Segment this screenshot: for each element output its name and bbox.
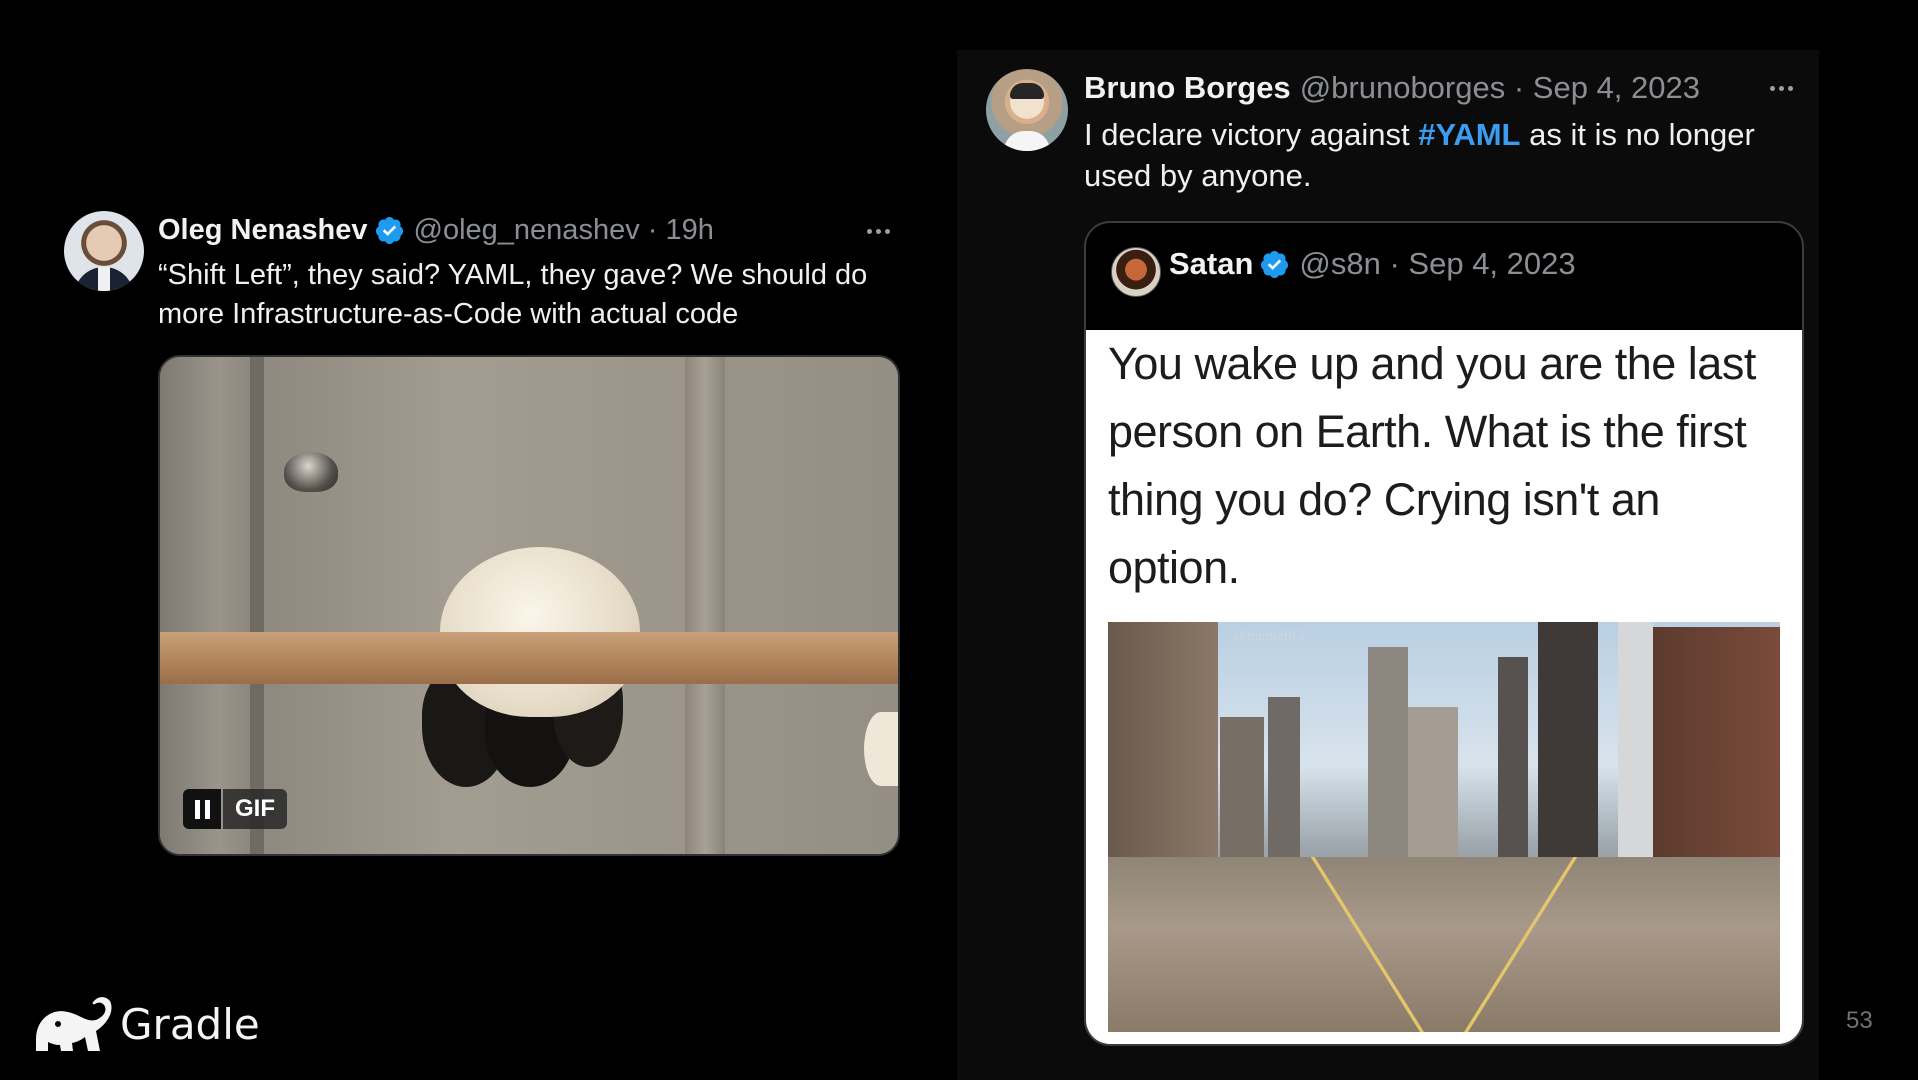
slide-page-number: 53 <box>1846 1007 1873 1034</box>
tweet-text: “Shift Left”, they said? YAML, they gave… <box>158 259 868 330</box>
quote-header: Satan @s8n · Sep 4, 2023 <box>1169 246 1576 282</box>
quoted-tweet[interactable]: Satan @s8n · Sep 4, 2023 You wake up and… <box>1084 221 1804 1046</box>
quote-author-handle-time[interactable]: @s8n · Sep 4, 2023 <box>1299 246 1575 282</box>
avatar-bruno[interactable] <box>986 69 1068 151</box>
tweet-text: I declare victory against #YAML as it is… <box>1084 114 1784 196</box>
gradle-elephant-icon <box>36 997 112 1051</box>
avatar-oleg[interactable] <box>64 211 144 291</box>
gif-label: GIF <box>223 789 287 829</box>
gif-badge[interactable]: GIF <box>183 789 287 829</box>
empty-city-photo: @memelif3 <box>1108 622 1780 1032</box>
avatar-satan[interactable] <box>1111 247 1161 297</box>
tweet-header: Oleg Nenashev @oleg_nenashev · 19h <box>158 214 714 247</box>
author-handle-time[interactable]: @brunoborges · Sep 4, 2023 <box>1300 70 1700 106</box>
hashtag-link[interactable]: #YAML <box>1418 117 1520 152</box>
verified-badge-icon <box>375 216 403 245</box>
pause-icon[interactable] <box>183 789 221 829</box>
author-name[interactable]: Bruno Borges <box>1084 70 1291 106</box>
author-handle-time[interactable]: @oleg_nenashev · 19h <box>414 214 714 247</box>
more-options-icon[interactable] <box>867 229 890 234</box>
quote-author-name[interactable]: Satan <box>1169 246 1253 282</box>
photo-watermark: @memelif3 <box>1233 628 1305 644</box>
gradle-logo: Gradle <box>34 995 260 1053</box>
tweet-gif[interactable]: GIF <box>158 355 900 856</box>
meme-text: You wake up and you are the last person … <box>1108 338 1756 593</box>
gradle-wordmark: Gradle <box>120 999 260 1049</box>
tweet-text-part: I declare victory against <box>1084 117 1419 152</box>
meme-image[interactable]: You wake up and you are the last person … <box>1086 330 1802 1044</box>
more-options-icon[interactable] <box>1770 86 1793 91</box>
tweet-header: Bruno Borges @brunoborges · Sep 4, 2023 <box>1084 70 1700 106</box>
verified-badge-icon <box>1261 250 1289 278</box>
author-name[interactable]: Oleg Nenashev <box>158 214 368 247</box>
